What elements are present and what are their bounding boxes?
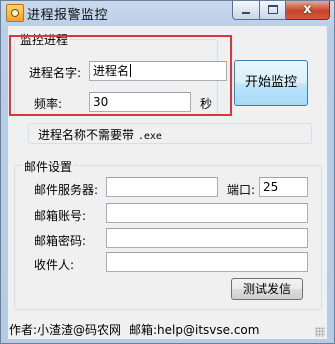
app-icon [6, 4, 24, 22]
minimize-button[interactable] [232, 1, 260, 20]
mail-account-label: 邮箱账号: [34, 209, 87, 223]
start-monitor-button[interactable]: 开始监控 [234, 60, 308, 106]
maximize-button[interactable] [260, 1, 286, 20]
recipient-label: 收件人: [34, 258, 75, 272]
client-area: 监控进程 进程名字: 进程名 频率: 30 秒 开始监控 进程名称不需要带 .e… [8, 26, 327, 339]
hint-extension: .exe [137, 131, 162, 142]
process-name-label: 进程名字: [29, 66, 82, 80]
status-email: 邮箱:help@itsvse.com [129, 323, 260, 337]
frequency-label: 频率: [34, 97, 63, 111]
process-name-input[interactable]: 进程名 [89, 61, 227, 81]
close-icon: x [303, 2, 312, 17]
hint-text-cn: 进程名称不需要带 [38, 128, 135, 142]
hint-text: 进程名称不需要带 .exe [38, 126, 162, 143]
close-button[interactable]: x [286, 1, 330, 20]
caption-buttons: x [232, 1, 330, 20]
mail-server-label: 邮件服务器: [34, 183, 99, 197]
window-title: 进程报警监控 [27, 8, 109, 23]
text-caret [130, 64, 132, 77]
frequency-unit: 秒 [200, 97, 213, 111]
mail-server-input[interactable] [106, 177, 218, 197]
status-bar: 作者:小渣渣@码农网 邮箱:help@itsvse.com [8, 317, 327, 339]
mail-password-label: 邮箱密码: [34, 234, 87, 248]
app-window: 进程报警监控 x 监控进程 进程名字: 进程名 频率: 30 秒 开始监控 进程… [0, 0, 335, 344]
mail-group-title: 邮件设置 [22, 158, 75, 175]
frequency-value: 30 [93, 95, 109, 109]
test-send-button[interactable]: 测试发信 [231, 278, 303, 300]
frequency-input[interactable]: 30 [89, 92, 191, 112]
mail-account-input[interactable] [106, 203, 308, 223]
recipient-input[interactable] [106, 252, 308, 272]
port-label: 端口: [227, 183, 256, 197]
mail-password-input[interactable] [106, 228, 308, 248]
status-author: 作者:小渣渣@码农网 [9, 323, 122, 337]
title-bar[interactable]: 进程报警监控 x [1, 1, 334, 23]
port-value: 25 [263, 180, 279, 194]
port-input[interactable]: 25 [259, 177, 308, 197]
resize-grip-icon[interactable] [315, 327, 325, 337]
process-name-value: 进程名 [93, 64, 130, 78]
